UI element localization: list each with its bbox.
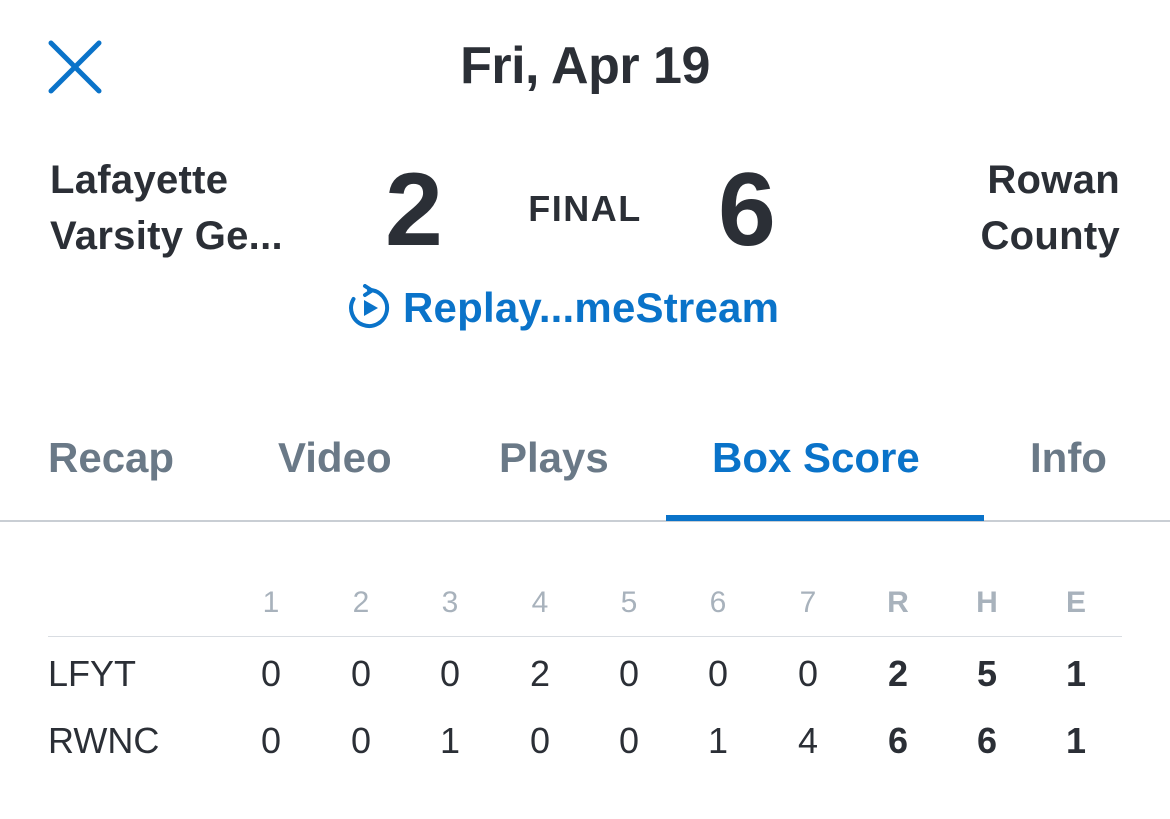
tab-video[interactable]: Video [278,420,392,520]
inning-score: 1 [439,720,461,761]
home-team-name-line2: County [980,214,1120,258]
replay-stream-label: Replay...meStream [403,284,780,331]
inning-score: 0 [618,653,640,694]
table-row-home: RWNC 0 0 1 0 0 1 4 6 6 1 [48,704,1122,771]
box-score-header-row: 1 2 3 4 5 6 7 R H E [48,570,1122,637]
row-team-abbr: LFYT [48,653,137,694]
column-header-inning-4: 4 [531,586,549,619]
errors-total: 1 [1065,653,1087,694]
column-header-inning-1: 1 [262,586,280,619]
page-title: Fri, Apr 19 [460,37,710,95]
inning-score: 0 [350,720,372,761]
errors-total: 1 [1065,720,1087,761]
inning-score: 0 [439,653,461,694]
inning-score: 0 [260,653,282,694]
runs-total: 6 [887,720,909,761]
column-header-inning-2: 2 [352,586,370,619]
tab-recap[interactable]: Recap [48,420,174,520]
box-score-table: 1 2 3 4 5 6 7 R H E LFYT 0 0 0 2 0 0 0 2… [48,570,1122,771]
inning-score: 0 [529,720,551,761]
column-header-runs: R [887,586,909,619]
row-team-abbr: RWNC [48,720,160,761]
hits-total: 6 [976,720,998,761]
column-header-inning-7: 7 [799,586,817,619]
home-team-score: 6 [718,152,776,268]
inning-score: 0 [260,720,282,761]
inning-score: 2 [529,653,551,694]
hits-total: 5 [976,653,998,694]
inning-score: 0 [618,720,640,761]
runs-total: 2 [887,653,909,694]
inning-score: 0 [797,653,819,694]
tab-info[interactable]: Info [1030,420,1107,520]
column-header-inning-3: 3 [441,586,459,619]
home-team-name[interactable]: Rowan County [860,152,1120,264]
tab-box-score[interactable]: Box Score [712,420,920,520]
replay-stream-link[interactable]: Replay...meStream [345,284,779,332]
table-row-away: LFYT 0 0 0 2 0 0 0 2 5 1 [48,637,1122,704]
inning-score: 4 [797,720,819,761]
column-header-hits: H [976,586,998,619]
tab-bar: Recap Video Plays Box Score Info [0,420,1170,522]
replay-icon [349,284,390,328]
home-team-name-line1: Rowan [987,158,1120,202]
inning-score: 0 [707,653,729,694]
inning-score: 0 [350,653,372,694]
column-header-errors: E [1065,586,1086,619]
active-tab-indicator [666,515,984,521]
column-header-inning-5: 5 [620,586,638,619]
tab-plays[interactable]: Plays [499,420,609,520]
inning-score: 1 [707,720,729,761]
column-header-inning-6: 6 [709,586,727,619]
